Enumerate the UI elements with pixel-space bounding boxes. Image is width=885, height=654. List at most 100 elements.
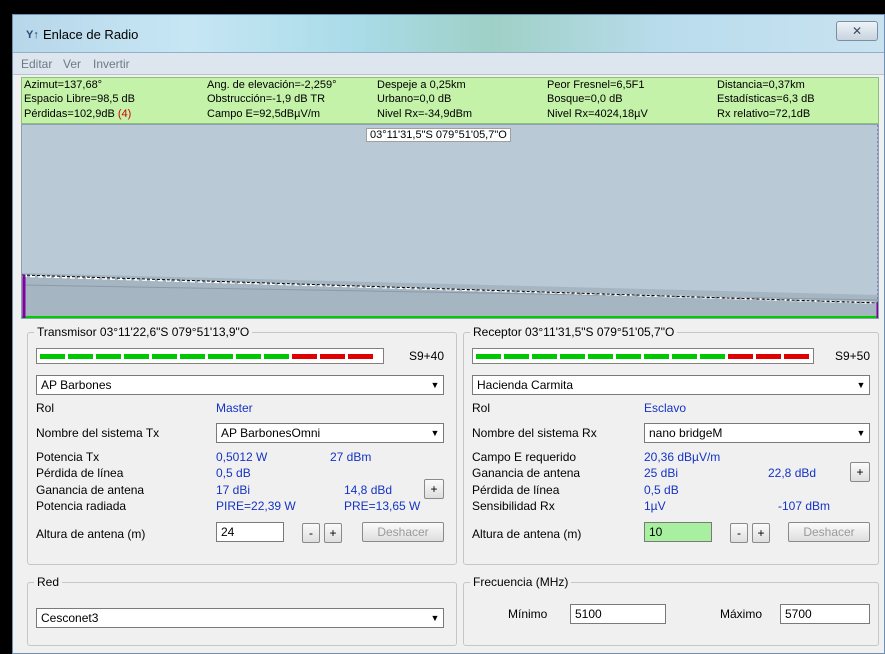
- stat-campo: Campo E=92,5dBµV/m: [207, 108, 321, 120]
- signal-segment-green: [616, 354, 641, 359]
- rx-deshacer-button[interactable]: Deshacer: [788, 522, 870, 542]
- rx-site-value: Hacienda Carmita: [477, 378, 574, 392]
- stat-obstruccion: Obstrucción=-1,9 dB TR: [207, 93, 326, 105]
- tx-site-select[interactable]: AP Barbones ▼: [36, 375, 444, 395]
- receiver-legend: Receptor 03°11'31,5"S 079°51'05,7"O: [470, 325, 678, 339]
- stat-perdidas: Pérdidas=102,9dB (4): [24, 108, 131, 121]
- chevron-down-icon[interactable]: ▼: [853, 424, 869, 442]
- frequency-group: Frecuencia (MHz) Mínimo 5100 Máximo 5700: [463, 575, 879, 646]
- tx-altura-label: Altura de antena (m): [36, 527, 146, 541]
- radio-link-window: Y↑ Enlace de Radio ✕ Editar Ver Invertir…: [12, 14, 885, 654]
- tx-signal-meter: [36, 348, 384, 364]
- tx-potencia-w: 0,5012 W: [216, 450, 268, 464]
- rx-ganancia-label: Ganancia de antena: [472, 466, 581, 480]
- rx-sistema-label: Nombre del sistema Rx: [472, 426, 597, 440]
- tx-perdida-value: 0,5 dB: [216, 466, 251, 480]
- stat-estadisticas: Estadísticas=6,3 dB: [717, 93, 815, 105]
- rx-sistema-select[interactable]: nano bridgeM ▼: [644, 423, 870, 443]
- close-button[interactable]: ✕: [836, 21, 878, 41]
- stat-nivel-uv: Nivel Rx=4024,18µV: [547, 108, 648, 120]
- tx-perdida-label: Pérdida de línea: [36, 466, 124, 480]
- rx-campo-value: 20,36 dBµV/m: [644, 450, 721, 464]
- rx-rol-label: Rol: [472, 401, 491, 415]
- tx-sistema-label: Nombre del sistema Tx: [36, 426, 160, 440]
- menu-editar[interactable]: Editar: [21, 57, 52, 71]
- signal-segment-green: [180, 354, 205, 359]
- network-value: Cesconet3: [41, 611, 99, 625]
- network-select[interactable]: Cesconet3 ▼: [36, 608, 444, 628]
- rx-campo-label: Campo E requerido: [472, 450, 577, 464]
- tx-ganancia-dbd: 14,8 dBd: [344, 483, 393, 497]
- tx-sistema-select[interactable]: AP BarbonesOmni ▼: [216, 423, 444, 443]
- rx-altura-minus-button[interactable]: -: [730, 523, 748, 543]
- rx-signal-meter: [472, 348, 814, 364]
- signal-segment-red: [320, 354, 345, 359]
- menu-bar: Editar Ver Invertir: [13, 53, 884, 75]
- rx-sensibilidad-uv: 1µV: [644, 499, 666, 513]
- tx-rol-label: Rol: [36, 401, 55, 415]
- signal-segment-red: [348, 354, 373, 359]
- signal-segment-green: [124, 354, 149, 359]
- transmitter-group: Transmisor 03°11'22,6"S 079°51'13,9"O S9…: [27, 325, 457, 565]
- terrain-profile[interactable]: 03°11'31,5"S 079°51'05,7"O: [21, 124, 879, 319]
- tx-altura-plus-button[interactable]: +: [324, 523, 342, 543]
- chevron-down-icon[interactable]: ▼: [427, 424, 443, 442]
- receiver-group: Receptor 03°11'31,5"S 079°51'05,7"O S9+5…: [463, 325, 879, 565]
- rx-gain-plus-button[interactable]: +: [850, 462, 870, 482]
- signal-segment-green: [208, 354, 233, 359]
- stat-elevacion: Ang. de elevación=-2,259°: [207, 79, 337, 91]
- signal-segment-green: [96, 354, 121, 359]
- stat-urbano: Urbano=0,0 dB: [377, 93, 452, 105]
- signal-segment-green: [560, 354, 585, 359]
- frequency-max-input[interactable]: 5700: [780, 604, 870, 624]
- signal-segment-green: [264, 354, 289, 359]
- menu-invertir[interactable]: Invertir: [93, 57, 130, 71]
- rx-site-select[interactable]: Hacienda Carmita ▼: [472, 375, 870, 395]
- stat-nivel-dbm: Nivel Rx=-34,9dBm: [377, 108, 473, 120]
- stat-despeje: Despeje a 0,25km: [377, 79, 466, 91]
- rx-altura-input[interactable]: 10: [644, 522, 712, 542]
- rx-ganancia-dbd: 22,8 dBd: [768, 466, 817, 480]
- tx-rol-value: Master: [216, 401, 253, 415]
- tx-altura-minus-button[interactable]: -: [302, 523, 320, 543]
- signal-segment-green: [672, 354, 697, 359]
- stat-rx-relativo: Rx relativo=72,1dB: [717, 108, 811, 120]
- rx-perdida-value: 0,5 dB: [644, 483, 679, 497]
- stat-perdidas-flag: (4): [117, 108, 132, 120]
- cursor-coordinates: 03°11'31,5"S 079°51'05,7"O: [366, 128, 511, 142]
- rx-ganancia-dbi: 25 dBi: [644, 466, 679, 480]
- frequency-legend: Frecuencia (MHz): [470, 575, 572, 589]
- tx-potencia-dbm: 27 dBm: [330, 450, 372, 464]
- tx-altura-input[interactable]: 24: [216, 522, 284, 542]
- menu-ver[interactable]: Ver: [63, 57, 81, 71]
- signal-segment-red: [292, 354, 317, 359]
- signal-segment-red: [756, 354, 781, 359]
- tx-potencia-label: Potencia Tx: [36, 450, 100, 464]
- signal-segment-green: [700, 354, 725, 359]
- signal-segment-green: [68, 354, 93, 359]
- rx-signal-bar: [476, 354, 809, 359]
- stat-azimut: Azimut=137,68°: [24, 79, 103, 91]
- signal-segment-green: [588, 354, 613, 359]
- rx-rol-value: Esclavo: [644, 401, 687, 415]
- stat-espacio-libre: Espacio Libre=98,5 dB: [24, 93, 135, 105]
- signal-segment-green: [236, 354, 261, 359]
- chevron-down-icon[interactable]: ▼: [853, 376, 869, 394]
- title-bar[interactable]: Y↑ Enlace de Radio ✕: [13, 15, 884, 53]
- tx-gain-plus-button[interactable]: +: [424, 479, 444, 499]
- radio-link-icon: Y↑: [26, 29, 39, 41]
- signal-segment-red: [784, 354, 809, 359]
- chevron-down-icon[interactable]: ▼: [427, 376, 443, 394]
- tx-pre: PRE=13,65 W: [344, 499, 421, 513]
- rx-sensibilidad-label: Sensibilidad Rx: [472, 499, 555, 513]
- terrain-profile-graph: [22, 125, 878, 318]
- transmitter-legend: Transmisor 03°11'22,6"S 079°51'13,9"O: [34, 325, 253, 339]
- rx-altura-plus-button[interactable]: +: [752, 523, 770, 543]
- chevron-down-icon[interactable]: ▼: [427, 609, 443, 627]
- tx-ganancia-label: Ganancia de antena: [36, 483, 145, 497]
- stat-perdidas-value: Pérdidas=102,9dB: [24, 108, 115, 120]
- tx-deshacer-button[interactable]: Deshacer: [362, 522, 444, 542]
- stat-fresnel: Peor Fresnel=6,5F1: [547, 79, 645, 91]
- frequency-min-input[interactable]: 5100: [570, 604, 666, 624]
- tx-site-value: AP Barbones: [41, 378, 112, 392]
